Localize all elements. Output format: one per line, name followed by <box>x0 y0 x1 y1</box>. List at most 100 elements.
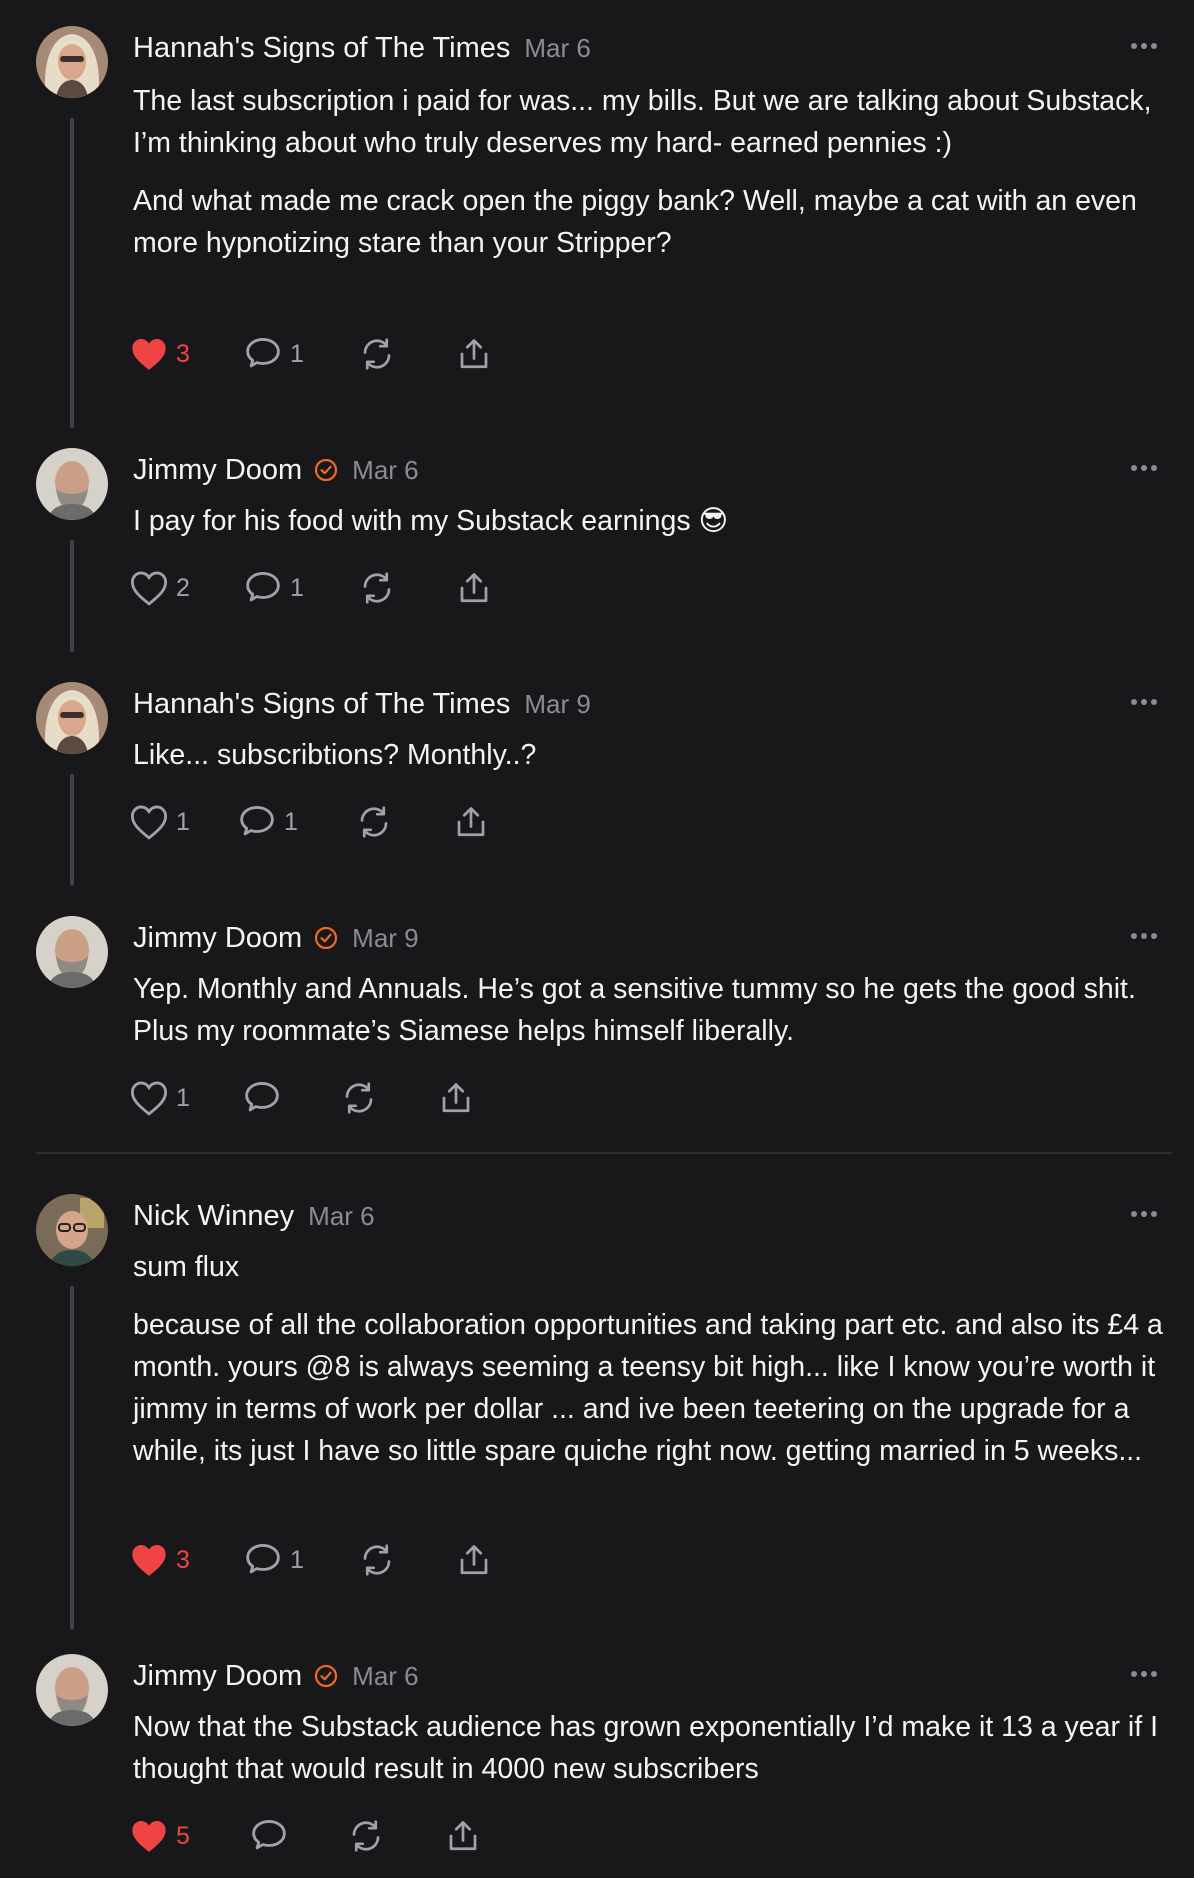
comment-date[interactable]: Mar 6 <box>524 33 590 64</box>
comment-date[interactable]: Mar 9 <box>524 689 590 720</box>
comment-icon <box>246 572 280 602</box>
comment-icon <box>246 338 280 368</box>
like-button[interactable]: 3 <box>130 332 244 376</box>
comment-text: Like... subscribtions? Monthly..? <box>133 739 537 771</box>
thread-divider <box>36 1152 1172 1154</box>
more-icon[interactable] <box>1124 1202 1164 1226</box>
avatar[interactable] <box>36 1654 108 1726</box>
avatar[interactable] <box>36 916 108 988</box>
restack-button[interactable] <box>358 1538 455 1582</box>
comment-text: sum flux <box>133 1251 240 1283</box>
like-count: 1 <box>176 1083 190 1112</box>
like-count: 3 <box>176 339 190 368</box>
comment-date[interactable]: Mar 6 <box>352 455 418 486</box>
comment-header: Jimmy Doom Mar 9 <box>133 916 419 960</box>
more-icon[interactable] <box>1124 924 1164 948</box>
reply-button[interactable]: 1 <box>244 1538 358 1582</box>
thread-line <box>70 1286 74 1630</box>
heart-icon <box>132 338 166 370</box>
comment-text: Now that the Substack audience has grown… <box>133 1711 1158 1785</box>
like-button[interactable]: 1 <box>130 1076 243 1120</box>
share-icon <box>460 573 488 603</box>
restack-icon <box>352 1820 380 1852</box>
restack-icon <box>363 338 391 370</box>
author-name[interactable]: Jimmy Doom <box>133 454 302 487</box>
comment-date[interactable]: Mar 6 <box>308 1201 374 1232</box>
reply-count: 1 <box>290 339 304 368</box>
author-name[interactable]: Hannah's Signs of The Times <box>133 688 510 721</box>
comment-date[interactable]: Mar 6 <box>352 1661 418 1692</box>
restack-button[interactable] <box>347 1814 444 1858</box>
verified-check-icon <box>314 458 338 482</box>
share-button[interactable] <box>455 566 493 610</box>
comment-icon <box>252 1820 286 1850</box>
comment-body: sum flux because of all the collaboratio… <box>133 1246 1173 1488</box>
comment-text: The last subscription i paid for was... … <box>133 85 1152 159</box>
comment-body: I pay for his food with my Substack earn… <box>133 500 1173 558</box>
reply-button[interactable] <box>243 1076 340 1120</box>
like-button[interactable]: 5 <box>130 1814 250 1858</box>
restack-icon <box>360 806 388 838</box>
more-icon[interactable] <box>1124 1662 1164 1686</box>
comment-actions: 5 <box>130 1814 482 1858</box>
restack-icon <box>345 1082 373 1114</box>
comment-body: Now that the Substack audience has grown… <box>133 1706 1173 1806</box>
share-button[interactable] <box>444 1814 482 1858</box>
comment-actions: 2 1 <box>130 566 493 610</box>
more-icon[interactable] <box>1124 34 1164 58</box>
restack-button[interactable] <box>358 332 455 376</box>
share-button[interactable] <box>455 332 493 376</box>
restack-icon <box>363 1544 391 1576</box>
avatar[interactable] <box>36 1194 108 1266</box>
restack-button[interactable] <box>358 566 455 610</box>
author-name[interactable]: Hannah's Signs of The Times <box>133 32 510 65</box>
share-button[interactable] <box>437 1076 475 1120</box>
heart-icon <box>130 805 168 840</box>
comment-body: Like... subscribtions? Monthly..? <box>133 734 1173 792</box>
like-count: 3 <box>176 1545 190 1574</box>
reply-count: 1 <box>284 807 298 836</box>
comment-text: I pay for his food with my Substack earn… <box>133 505 729 537</box>
avatar[interactable] <box>36 448 108 520</box>
like-button[interactable]: 2 <box>130 566 244 610</box>
heart-icon <box>132 1544 166 1576</box>
comment-body: Yep. Monthly and Annuals. He’s got a sen… <box>133 968 1173 1068</box>
reply-button[interactable]: 1 <box>238 800 355 844</box>
restack-button[interactable] <box>340 1076 437 1120</box>
heart-icon <box>130 571 168 606</box>
more-icon[interactable] <box>1124 456 1164 480</box>
avatar[interactable] <box>36 682 108 754</box>
author-name[interactable]: Nick Winney <box>133 1200 294 1233</box>
restack-icon <box>363 572 391 604</box>
comment-text: And what made me crack open the piggy ba… <box>133 185 1137 259</box>
reply-count: 1 <box>290 1545 304 1574</box>
avatar[interactable] <box>36 26 108 98</box>
comment-header: Jimmy Doom Mar 6 <box>133 448 419 492</box>
author-name[interactable]: Jimmy Doom <box>133 922 302 955</box>
reply-button[interactable] <box>250 1814 347 1858</box>
comment-date[interactable]: Mar 9 <box>352 923 418 954</box>
comment-header: Jimmy Doom Mar 6 <box>133 1654 419 1698</box>
share-button[interactable] <box>455 1538 493 1582</box>
comment-actions: 1 <box>130 1076 475 1120</box>
comment-icon <box>240 806 274 836</box>
heart-icon <box>130 1081 168 1116</box>
share-icon <box>449 1821 477 1851</box>
comment-header: Nick Winney Mar 6 <box>133 1194 375 1238</box>
share-icon <box>460 1545 488 1575</box>
reply-button[interactable]: 1 <box>244 566 358 610</box>
more-icon[interactable] <box>1124 690 1164 714</box>
comment-actions: 1 1 <box>130 800 490 844</box>
like-button[interactable]: 3 <box>130 1538 244 1582</box>
restack-button[interactable] <box>355 800 452 844</box>
comment-body: The last subscription i paid for was... … <box>133 80 1173 280</box>
reply-button[interactable]: 1 <box>244 332 358 376</box>
share-button[interactable] <box>452 800 490 844</box>
comment-header: Hannah's Signs of The Times Mar 9 <box>133 682 591 726</box>
comment-actions: 3 1 <box>130 1538 493 1582</box>
like-button[interactable]: 1 <box>130 800 238 844</box>
comment-icon <box>246 1544 280 1574</box>
like-count: 5 <box>176 1821 190 1850</box>
share-icon <box>442 1083 470 1113</box>
author-name[interactable]: Jimmy Doom <box>133 1660 302 1693</box>
